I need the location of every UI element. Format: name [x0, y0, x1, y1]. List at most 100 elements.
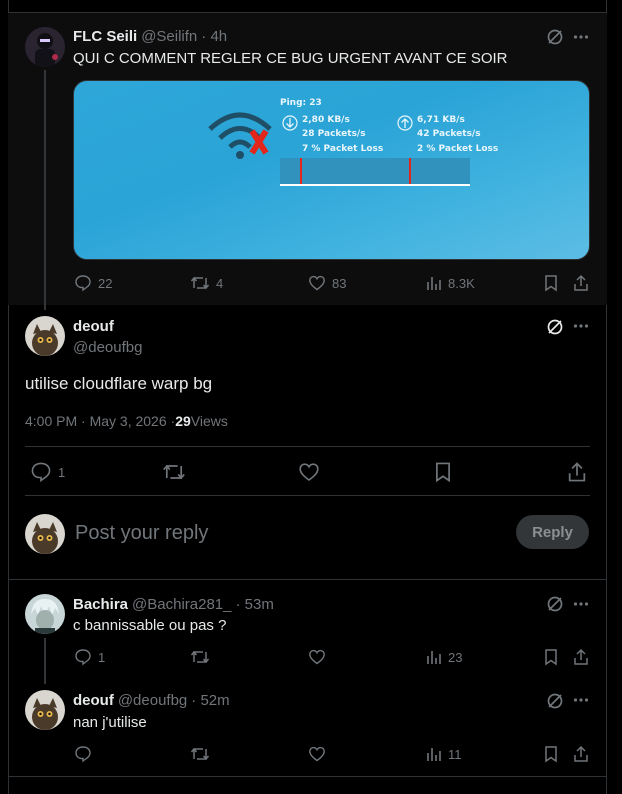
reply-count: 1 [98, 649, 106, 665]
views-button[interactable]: 8.3K [426, 274, 475, 292]
tweet-timestamp[interactable]: 4:00 PM · May 3, 2026 · [25, 413, 175, 429]
share-button[interactable] [572, 648, 590, 666]
grok-icon[interactable] [546, 692, 564, 710]
heart-icon [299, 463, 319, 481]
bookmark-button[interactable] [543, 745, 559, 763]
compose-avatar[interactable] [25, 514, 65, 554]
share-icon [574, 745, 588, 762]
avatar-image [25, 594, 65, 634]
author-handle[interactable]: @deoufbg [118, 692, 187, 709]
share-button[interactable] [572, 745, 590, 763]
thread-line [44, 638, 46, 684]
author-name[interactable]: Bachira [73, 596, 128, 613]
bookmark-icon [545, 746, 557, 763]
more-icon[interactable] [573, 596, 589, 612]
main-tweet-text: QUI C COMMENT REGLER CE BUG URGENT AVANT… [73, 50, 508, 67]
upload-loss: 2 % Packet Loss [417, 144, 499, 154]
reply-input[interactable]: Post your reply [75, 522, 208, 545]
avatar-bachira[interactable] [25, 594, 65, 634]
download-arrow-icon [282, 115, 298, 131]
analytics-icon [427, 748, 441, 761]
upload-speed: 6,71 KB/s [417, 115, 465, 125]
more-icon[interactable] [573, 692, 589, 708]
views-count: 23 [448, 649, 463, 665]
retweet-button[interactable]: 4 [190, 274, 223, 292]
more-icon[interactable] [573, 318, 589, 334]
analytics-icon [427, 277, 441, 290]
reply-submit-button[interactable]: Reply [516, 515, 589, 549]
author-handle[interactable]: @Bachira281_ [132, 596, 231, 613]
download-packets: 28 Packets/s [302, 129, 366, 139]
avatar-deouf[interactable] [25, 690, 65, 730]
retweet-count: 4 [216, 275, 224, 291]
reply-button[interactable]: 1 [30, 461, 65, 483]
ping-value: Ping: 23 [280, 98, 322, 108]
views-label: Views [190, 413, 228, 429]
author-name[interactable]: deouf [73, 692, 114, 709]
author-name[interactable]: FLC Seili [73, 28, 137, 45]
views-button[interactable]: 11 [426, 745, 462, 763]
tweet-time[interactable]: · 4h [201, 28, 227, 45]
views-count: 29 [175, 413, 191, 429]
graph-spike-marker [300, 158, 302, 185]
retweet-button[interactable] [190, 745, 210, 763]
avatar-image [25, 690, 65, 730]
tweet-time[interactable]: · 53m [236, 596, 274, 613]
bookmark-button[interactable] [543, 648, 559, 666]
views-button[interactable]: 23 [426, 648, 462, 666]
more-icon[interactable] [573, 29, 589, 45]
like-button[interactable]: 83 [308, 274, 346, 292]
reply-button[interactable]: 22 [74, 274, 112, 292]
like-button[interactable] [308, 648, 326, 666]
upload-packets: 42 Packets/s [417, 129, 481, 139]
bookmark-button[interactable] [433, 461, 453, 483]
retweet-icon [190, 276, 210, 290]
grok-icon[interactable] [546, 318, 564, 336]
reply-icon [75, 275, 91, 292]
heart-icon [309, 275, 325, 291]
reply-icon [75, 746, 91, 763]
reply-button[interactable]: 1 [74, 648, 105, 666]
upload-arrow-icon [397, 115, 413, 131]
analytics-icon [427, 651, 441, 664]
avatar-flc-seili[interactable] [25, 27, 65, 67]
avatar-image [25, 316, 65, 356]
share-button[interactable] [566, 461, 588, 483]
wifi-disconnected-icon [208, 112, 272, 159]
avatar-image [25, 514, 65, 554]
reply-button[interactable] [74, 745, 92, 763]
reply-icon [75, 649, 91, 666]
retweet-icon [190, 747, 210, 761]
author-handle[interactable]: @deoufbg [73, 339, 142, 356]
reply-icon [31, 462, 51, 483]
author-handle[interactable]: @Seilifn [141, 28, 197, 45]
tweet-time[interactable]: · 52m [191, 692, 229, 709]
thread-line [44, 70, 46, 310]
retweet-icon [190, 650, 210, 664]
share-icon [574, 274, 588, 291]
grok-icon[interactable] [546, 28, 564, 46]
author-name[interactable]: deouf [73, 318, 114, 335]
divider [25, 446, 590, 447]
retweet-icon [163, 464, 185, 480]
share-button[interactable] [572, 274, 590, 292]
tweet-timestamp-row: 4:00 PM · May 3, 2026 · 29 Views [25, 413, 228, 429]
reply-count: 1 [58, 464, 66, 480]
heart-icon [309, 746, 325, 762]
grok-icon[interactable] [546, 595, 564, 613]
retweet-button[interactable] [190, 648, 210, 666]
divider [9, 579, 606, 580]
avatar-deouf[interactable] [25, 316, 65, 356]
views-count: 8.3K [448, 275, 475, 291]
graph-baseline [280, 184, 470, 186]
tweet-media-image[interactable]: Ping: 23 2,80 KB/s 28 Packets/s 7 % Pack… [73, 80, 590, 260]
bookmark-button[interactable] [543, 274, 559, 292]
bookmark-icon [545, 275, 557, 292]
graph-spike-marker [409, 158, 411, 185]
share-icon [568, 462, 586, 482]
focused-tweet-text: utilise cloudflare warp bg [25, 374, 213, 393]
like-button[interactable] [308, 745, 326, 763]
bookmark-icon [545, 649, 557, 666]
like-button[interactable] [298, 461, 320, 483]
retweet-button[interactable] [162, 461, 186, 483]
